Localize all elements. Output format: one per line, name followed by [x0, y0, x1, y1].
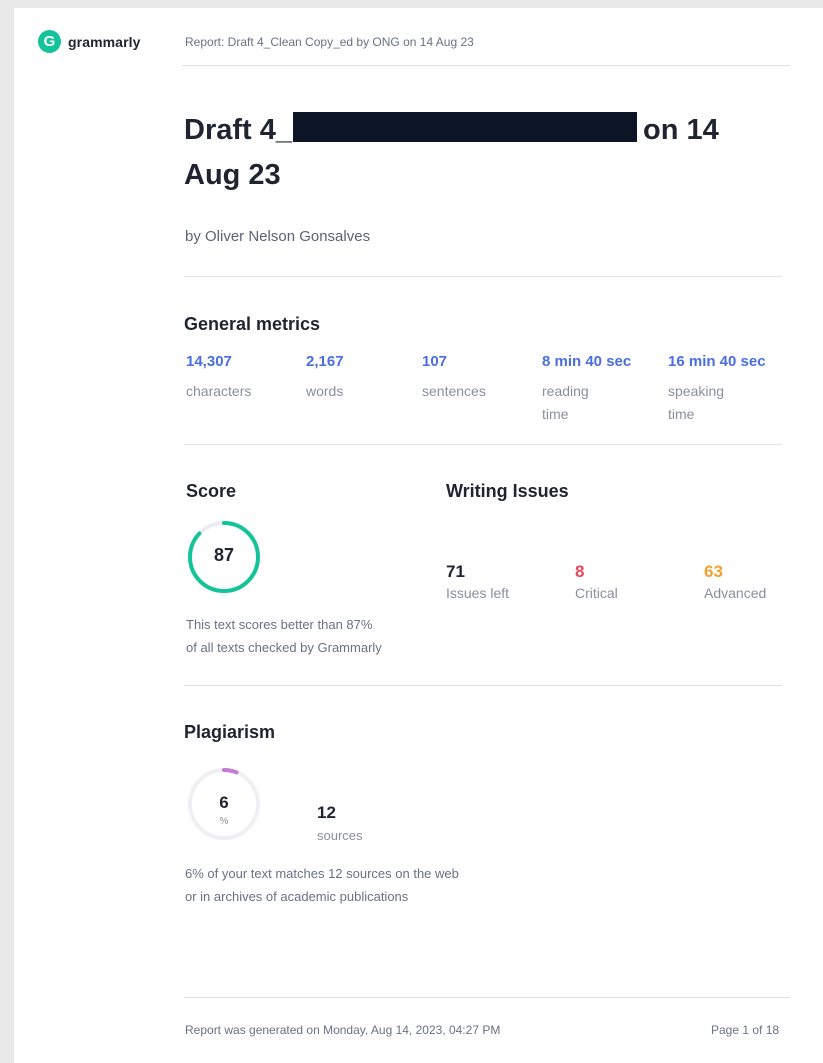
plagiarism-note-line: 6% of your text matches 12 sources on th…	[185, 866, 459, 881]
metric-label: words	[306, 383, 344, 399]
metric-label: speaking time	[668, 383, 725, 422]
metric-sentences: 107 sentences	[422, 353, 486, 403]
metric-words: 2,167 words	[306, 353, 344, 403]
author-divider	[184, 276, 782, 277]
plagiarism-unit: %	[219, 816, 229, 827]
score-heading: Score	[186, 481, 237, 501]
sources-value: 12	[317, 803, 336, 822]
issue-value: 63	[704, 562, 723, 581]
issue-label: Critical	[575, 585, 618, 601]
metric-value: 2,167	[306, 353, 344, 370]
general-metrics-heading: General metrics	[184, 314, 321, 334]
document-title-start: Draft 4_	[184, 114, 292, 146]
issue-label: Advanced	[704, 585, 767, 601]
plagiarism-note: 6% of your text matches 12 sources on th…	[185, 862, 459, 908]
page-number: Page 1 of 18	[711, 1023, 780, 1037]
metric-value: 16 min 40 sec	[668, 353, 766, 370]
metric-speaking-time: 16 min 40 sec speaking time	[668, 353, 788, 426]
report-header-title: Report: Draft 4_Clean Copy_ed by ONG on …	[185, 35, 474, 49]
plagiarism-sources: 12 sources	[317, 803, 363, 843]
footer-divider	[184, 997, 790, 998]
metric-value: 14,307	[186, 353, 232, 370]
sources-label: sources	[317, 828, 363, 843]
score-note-line: of all texts checked by Grammarly	[186, 640, 382, 655]
metric-label: sentences	[422, 383, 486, 399]
report-page: G grammarly Report: Draft 4_Clean Copy_e…	[14, 8, 823, 1063]
metric-reading-time: 8 min 40 sec reading time	[542, 353, 652, 426]
grammarly-logo-icon: G	[38, 30, 61, 53]
header-divider	[182, 65, 790, 66]
writing-issues-heading: Writing Issues	[446, 481, 569, 501]
metrics-divider	[184, 444, 782, 445]
brand-name: grammarly	[68, 33, 141, 50]
issues-left: 71 Issues left	[446, 562, 509, 601]
redaction-bar	[293, 112, 637, 142]
metric-label: characters	[186, 383, 252, 399]
score-note: This text scores better than 87% of all …	[186, 613, 382, 659]
score-divider	[184, 685, 782, 686]
score-value: 87	[213, 545, 235, 565]
metric-value: 8 min 40 sec	[542, 353, 632, 370]
issues-critical: 8 Critical	[575, 562, 618, 601]
metric-value: 107	[422, 353, 448, 370]
issue-value: 71	[446, 562, 465, 581]
metric-label: reading time	[542, 383, 589, 422]
score-note-line: This text scores better than 87%	[186, 617, 373, 632]
issues-advanced: 63 Advanced	[704, 562, 766, 601]
plagiarism-note-line: or in archives of academic publications	[185, 889, 409, 904]
plagiarism-heading: Plagiarism	[184, 722, 276, 742]
plagiarism-value: 6	[219, 793, 229, 812]
grammarly-logo: G grammarly	[38, 30, 141, 53]
issue-value: 8	[575, 562, 585, 581]
metric-characters: 14,307 characters	[186, 353, 251, 403]
document-title: Draft 4_ on 14 Aug 23	[184, 108, 774, 198]
footer-generated: Report was generated on Monday, Aug 14, …	[185, 1023, 501, 1037]
issue-label: Issues left	[446, 585, 510, 601]
document-author: by Oliver Nelson Gonsalves	[185, 228, 371, 245]
